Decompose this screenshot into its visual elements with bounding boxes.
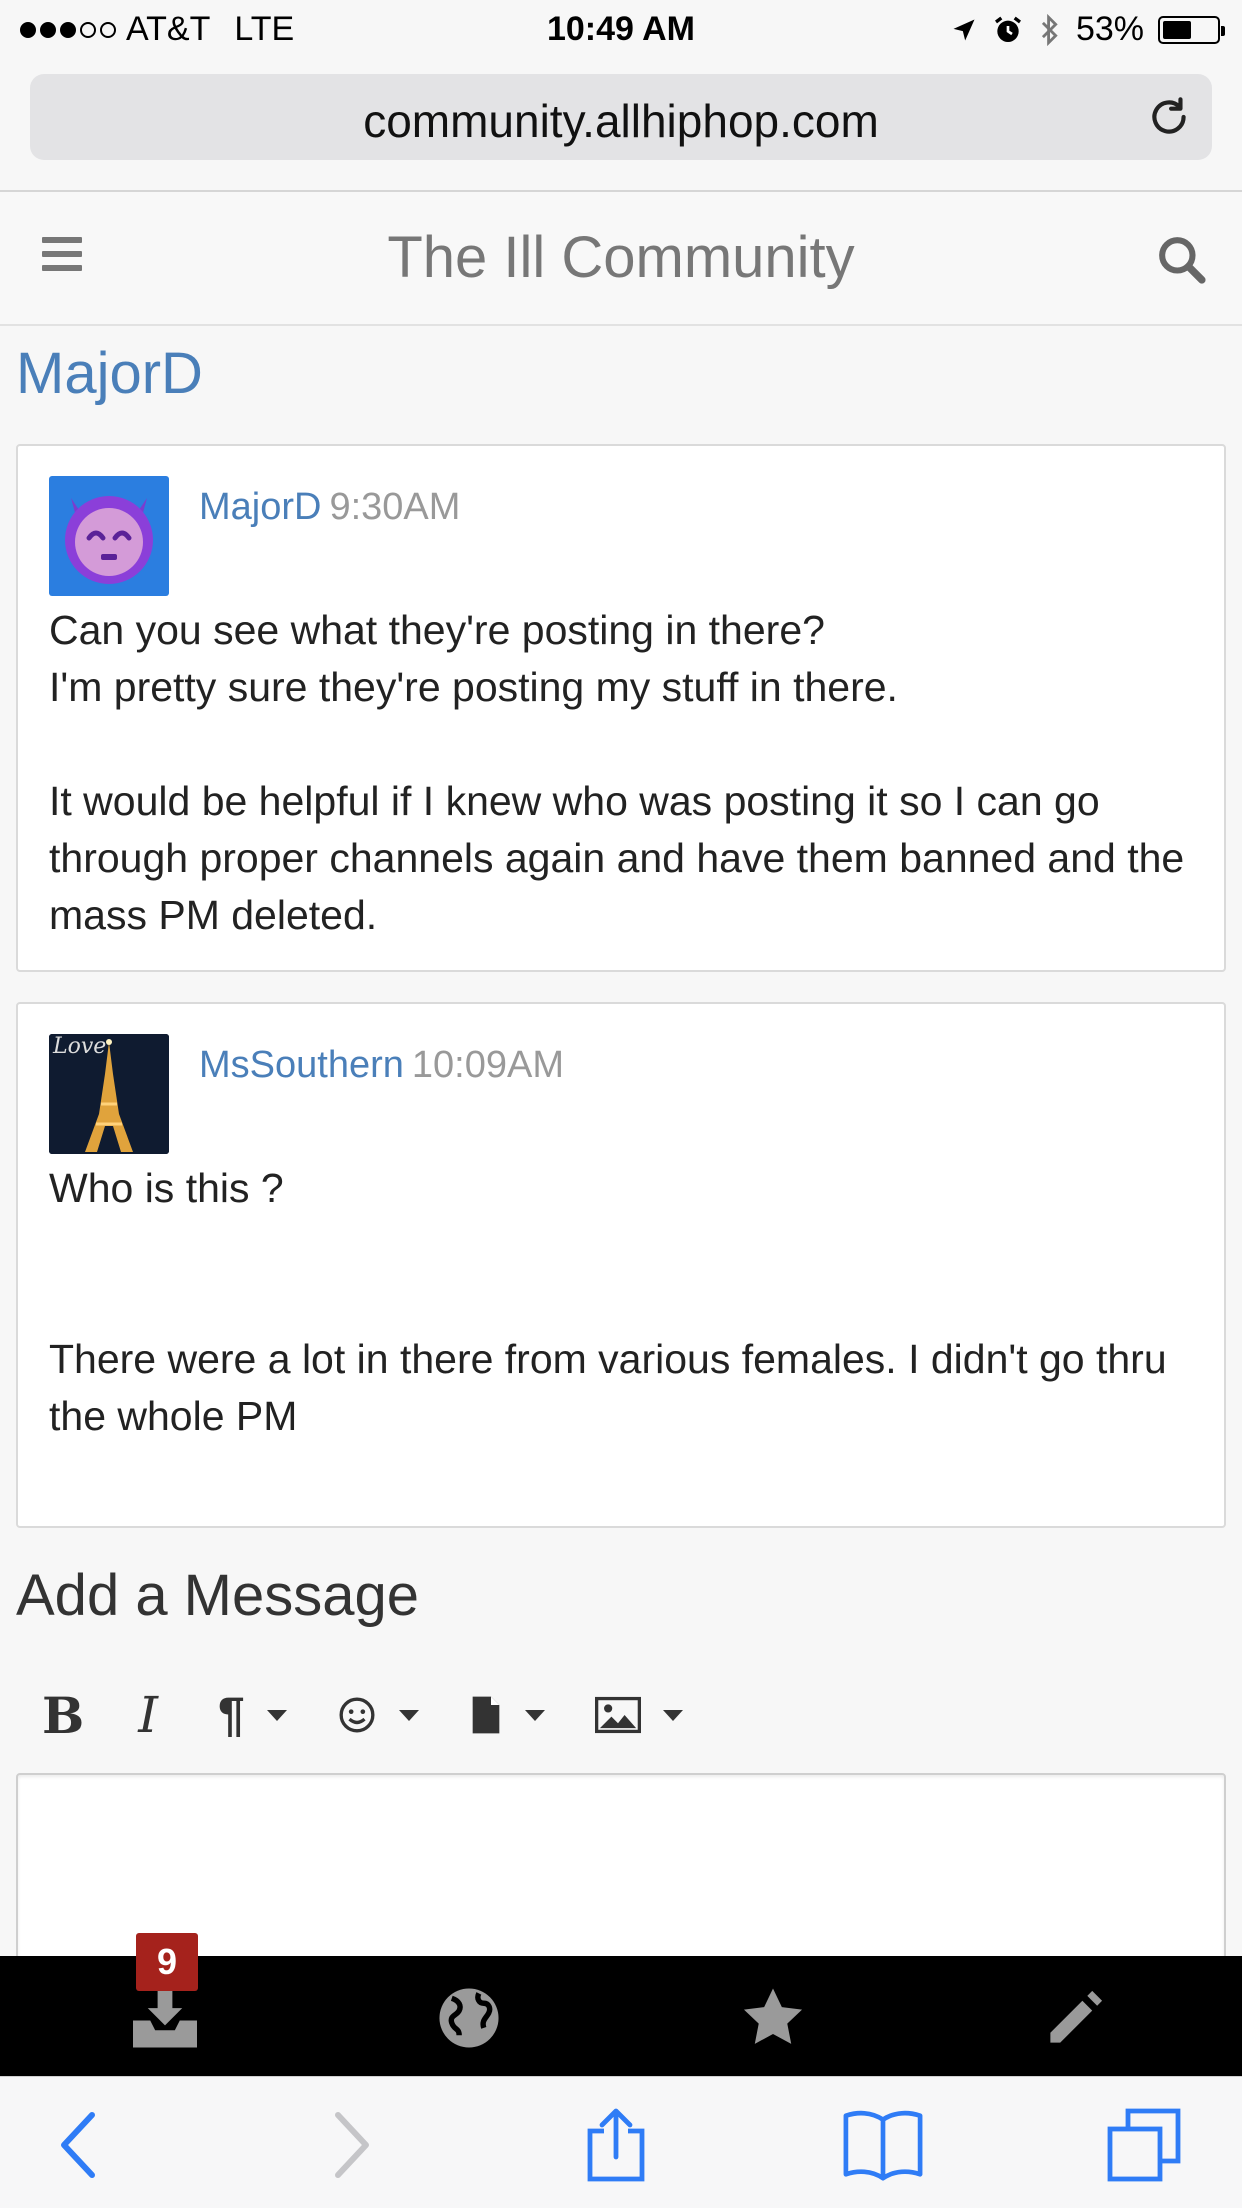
battery-icon — [1158, 15, 1225, 44]
message-post: MajorD 9:30AM Can you see what they're po… — [16, 444, 1226, 972]
bluetooth-icon — [1041, 13, 1058, 46]
browser-chrome: community.allhiphop.com — [0, 64, 1242, 192]
chevron-down-icon — [662, 1709, 683, 1721]
inbox-icon[interactable] — [130, 1986, 200, 2050]
post-text: Can you see what they're posting in ther… — [49, 607, 1185, 938]
paragraph-format-dropdown[interactable]: ¶ — [218, 1680, 287, 1750]
bookmarks-icon[interactable] — [842, 2107, 924, 2183]
inbox-badge: 9 — [136, 1933, 198, 1991]
conversation-title[interactable]: MajorD — [16, 340, 203, 407]
address-url[interactable]: community.allhiphop.com — [30, 94, 1212, 148]
address-bar[interactable]: community.allhiphop.com — [30, 74, 1212, 160]
file-dropdown[interactable] — [469, 1680, 545, 1750]
pencil-icon[interactable] — [1040, 1986, 1110, 2050]
paragraph-icon: ¶ — [218, 1688, 245, 1742]
file-icon — [472, 1696, 500, 1734]
avatar[interactable]: Love — [49, 1034, 169, 1154]
battery-percent: 53% — [1075, 10, 1144, 48]
post-meta: MajorD 9:30AM — [199, 486, 460, 529]
avatar[interactable] — [49, 476, 169, 596]
post-author-link[interactable]: MajorD — [199, 486, 321, 528]
post-body: Can you see what they're posting in ther… — [49, 602, 1194, 944]
composer-title: Add a Message — [16, 1563, 420, 1628]
avatar-caption: Love — [53, 1034, 107, 1059]
chevron-down-icon — [524, 1709, 545, 1721]
alarm-icon — [994, 16, 1021, 42]
star-icon[interactable] — [738, 1986, 808, 2050]
status-bar: AT&T LTE 10:49 AM 53% — [0, 0, 1242, 64]
editor-toolbar: B I ¶ — [16, 1680, 721, 1750]
chevron-down-icon — [266, 1709, 287, 1721]
location-arrow-icon — [953, 19, 975, 40]
globe-icon[interactable] — [434, 1986, 504, 2050]
site-header: The Ill Community — [0, 192, 1242, 326]
search-icon[interactable] — [1154, 232, 1210, 288]
italic-button[interactable]: I — [138, 1680, 158, 1750]
post-text: Who is this ? There were a lot in there … — [49, 1165, 1167, 1439]
forward-icon[interactable] — [330, 2107, 374, 2183]
bold-label: B — [42, 1685, 85, 1745]
post-time: 9:30AM — [329, 486, 461, 528]
smiley-icon — [339, 1697, 375, 1733]
italic-label: I — [138, 1686, 159, 1744]
tabs-icon[interactable] — [1106, 2107, 1182, 2183]
status-icons: 53% — [950, 10, 1225, 49]
share-icon[interactable] — [584, 2107, 648, 2183]
bold-button[interactable]: B — [42, 1680, 84, 1750]
image-dropdown[interactable] — [594, 1680, 683, 1750]
image-icon — [594, 1696, 641, 1734]
reload-icon[interactable] — [1144, 92, 1194, 142]
post-author-link[interactable]: MsSouthern — [199, 1044, 404, 1086]
post-meta: MsSouthern 10:09AM — [199, 1044, 564, 1087]
message-post: Love MsSouthern 10:09AM Who is this ? The… — [16, 1002, 1226, 1528]
safari-toolbar — [0, 2076, 1242, 2208]
post-body: Who is this ? There were a lot in there … — [49, 1160, 1194, 1445]
back-icon[interactable] — [56, 2107, 100, 2183]
post-time: 10:09AM — [411, 1044, 564, 1086]
site-title[interactable]: The Ill Community — [0, 224, 1242, 291]
chevron-down-icon — [398, 1709, 419, 1721]
devil-face-icon — [65, 496, 153, 584]
emoji-dropdown[interactable] — [337, 1680, 419, 1750]
